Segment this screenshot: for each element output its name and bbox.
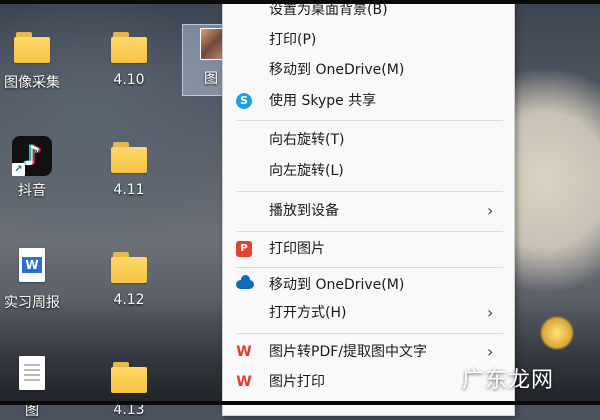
desktop-icon-4-13[interactable]: 4.13 xyxy=(97,358,161,418)
document-icon xyxy=(12,356,52,396)
folder-icon xyxy=(109,138,149,178)
menu-separator xyxy=(237,267,503,268)
desktop-icon-douyin[interactable]: ♪ ↗ 抖音 xyxy=(0,136,64,200)
folder-icon xyxy=(12,28,52,68)
selected-tile-label: 图 xyxy=(204,71,218,87)
desktop-icon-4-12[interactable]: 4.12 xyxy=(97,248,161,308)
menu-item-open-with[interactable]: 打开方式(H) › xyxy=(223,300,514,326)
menu-item-print-picture[interactable]: P 打印图片 xyxy=(223,236,514,262)
desktop-icon-label: 抖音 xyxy=(18,183,46,199)
menu-item-rotate-right[interactable]: 向右旋转(T) xyxy=(223,127,514,153)
desktop-icon-label: 实习周报 xyxy=(4,295,60,311)
screen-bottom-border xyxy=(0,401,600,405)
desktop-icon-image-capture[interactable]: 图像采集 xyxy=(0,28,64,92)
desktop-icon-label: 图 xyxy=(25,403,39,419)
wps-icon: W xyxy=(236,374,252,390)
word-document-icon: W xyxy=(12,248,52,288)
desktop-icon-label: 4.10 xyxy=(113,72,145,88)
menu-item-rotate-left[interactable]: 向左旋转(L) xyxy=(223,158,514,184)
desktop-icon-4-10[interactable]: 4.10 xyxy=(97,28,161,88)
context-menu: 设置为桌面背景(B) 打印(P) 移动到 OneDrive(M) S 使用 Sk… xyxy=(222,0,515,416)
menu-separator xyxy=(237,333,503,334)
chevron-right-icon: › xyxy=(487,303,494,322)
menu-separator xyxy=(237,191,503,192)
skype-icon: S xyxy=(236,93,252,109)
menu-item-cast-to-device[interactable]: 播放到设备 › xyxy=(223,198,514,224)
onedrive-cloud-icon xyxy=(236,275,254,289)
menu-item-print[interactable]: 打印(P) xyxy=(223,27,514,53)
desktop-icon-4-11[interactable]: 4.11 xyxy=(97,138,161,198)
menu-item-move-to-onedrive[interactable]: 移动到 OneDrive(M) xyxy=(223,57,514,83)
shortcut-arrow-icon: ↗ xyxy=(12,163,25,176)
menu-separator xyxy=(237,231,503,232)
desktop-icon-image-file[interactable]: 图 xyxy=(0,356,64,420)
desktop-icon-label: 图像采集 xyxy=(4,75,60,91)
chevron-right-icon: › xyxy=(487,201,494,220)
desktop-icon-label: 4.11 xyxy=(113,182,145,198)
menu-item-share-with-skype[interactable]: S 使用 Skype 共享 xyxy=(223,88,514,114)
screen-top-border xyxy=(0,0,600,4)
watermark-text: 广东龙网 xyxy=(462,368,555,393)
desktop-icon-internship-report[interactable]: W 实习周报 xyxy=(0,248,64,312)
pdf-print-icon: P xyxy=(236,241,252,257)
folder-icon xyxy=(109,358,149,398)
menu-item-move-to-onedrive-2[interactable]: 移动到 OneDrive(M) xyxy=(223,272,514,298)
tiktok-icon: ♪ ↗ xyxy=(12,136,52,176)
folder-icon xyxy=(109,28,149,68)
folder-icon xyxy=(109,248,149,288)
wps-icon: W xyxy=(236,344,252,360)
desktop-icon-label: 4.12 xyxy=(113,292,145,308)
menu-separator xyxy=(237,120,503,121)
wallpaper-decoration xyxy=(540,316,574,350)
